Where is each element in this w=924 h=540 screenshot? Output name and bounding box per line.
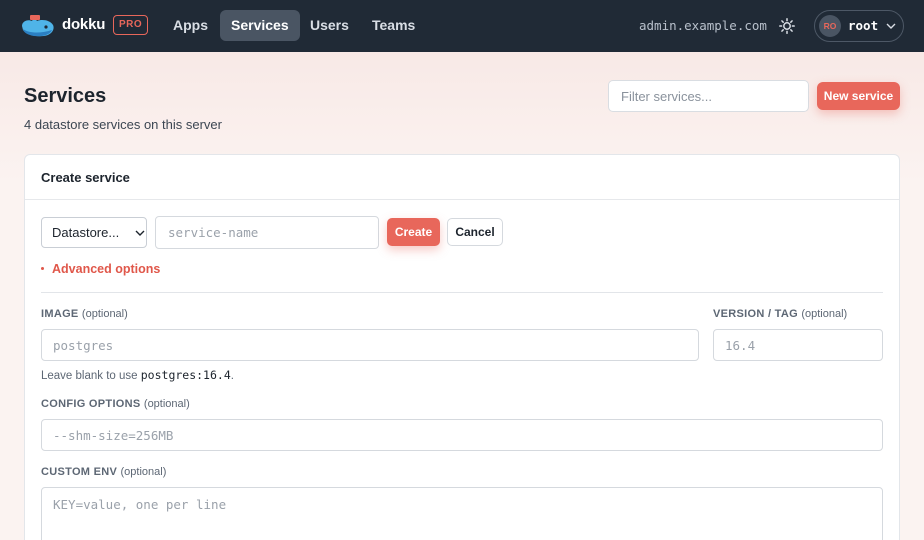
chevron-down-icon — [135, 230, 145, 236]
user-menu-button[interactable]: RO root — [814, 10, 904, 42]
filter-services-input[interactable] — [608, 80, 809, 112]
create-button[interactable]: Create — [387, 218, 440, 246]
top-nav-bar: dokku PRO Apps Services Users Teams admi… — [0, 0, 924, 52]
tab-services[interactable]: Services — [220, 10, 300, 41]
create-service-card: Create service Datastore... Create Cance… — [24, 154, 900, 540]
advanced-options-toggle[interactable]: Advanced options — [41, 262, 160, 276]
optional-tag: (optional) — [801, 308, 848, 320]
custom-env-textarea[interactable] — [41, 487, 883, 540]
page-title: Services — [24, 85, 107, 107]
custom-env-label: CUSTOM ENV (optional) — [41, 466, 166, 478]
image-label-text: IMAGE — [41, 308, 79, 320]
page-subtitle: 4 datastore services on this server — [24, 117, 222, 132]
cancel-button[interactable]: Cancel — [447, 218, 503, 246]
optional-tag: (optional) — [81, 308, 128, 320]
tab-teams[interactable]: Teams — [361, 10, 426, 41]
env-label-text: CUSTOM ENV — [41, 466, 118, 478]
new-service-button[interactable]: New service — [817, 82, 900, 110]
version-tag-input[interactable] — [713, 329, 883, 361]
hint-suffix: . — [230, 370, 234, 382]
image-input[interactable] — [41, 329, 699, 361]
bullet-icon — [41, 267, 44, 270]
config-options-input[interactable] — [41, 419, 883, 451]
tab-apps[interactable]: Apps — [162, 10, 219, 41]
card-title: Create service — [41, 170, 130, 185]
sun-icon[interactable] — [779, 18, 795, 34]
optional-tag: (optional) — [143, 398, 190, 410]
image-hint: Leave blank to use postgres:16.4. — [41, 368, 234, 382]
user-name: root — [848, 18, 879, 33]
config-options-label: CONFIG OPTIONS (optional) — [41, 398, 190, 410]
chevron-down-icon — [886, 23, 896, 29]
card-header: Create service — [25, 155, 899, 200]
hint-text: Leave blank to use — [41, 370, 141, 382]
version-label-text: VERSION / TAG — [713, 308, 798, 320]
config-label-text: CONFIG OPTIONS — [41, 398, 141, 410]
whale-logo-icon[interactable] — [20, 13, 56, 39]
brand-name[interactable]: dokku — [62, 16, 105, 33]
advanced-options-label: Advanced options — [52, 262, 161, 276]
divider — [41, 292, 883, 293]
server-host: admin.example.com — [639, 18, 767, 33]
pro-badge: PRO — [113, 15, 149, 35]
datastore-select-value: Datastore... — [52, 225, 120, 240]
image-label: IMAGE (optional) — [41, 308, 128, 320]
service-name-input[interactable] — [155, 216, 379, 249]
datastore-select[interactable]: Datastore... — [41, 217, 147, 248]
version-label: VERSION / TAG (optional) — [713, 308, 847, 320]
tab-users[interactable]: Users — [299, 10, 360, 41]
avatar: RO — [819, 15, 841, 37]
hint-code: postgres:16.4 — [140, 368, 231, 382]
optional-tag: (optional) — [120, 466, 167, 478]
